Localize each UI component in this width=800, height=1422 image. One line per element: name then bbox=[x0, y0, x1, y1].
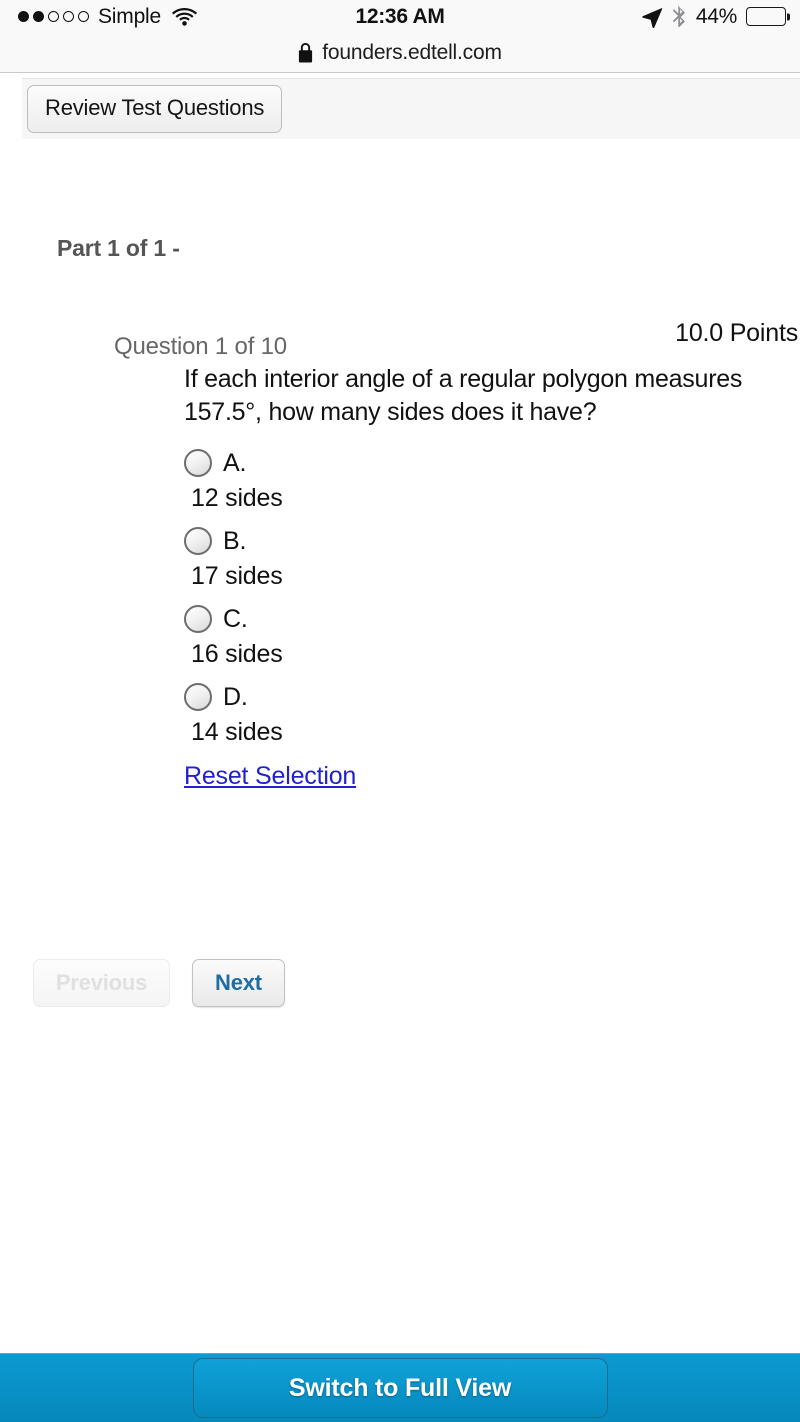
choice-b[interactable]: B. 17 sides bbox=[184, 521, 778, 597]
signal-dot-1 bbox=[18, 11, 29, 22]
page-content: Part 1 of 1 - Question 1 of 10 10.0 Poin… bbox=[0, 139, 800, 1353]
cellular-signal-dots bbox=[18, 11, 89, 22]
choice-b-text: 17 sides bbox=[191, 561, 283, 590]
next-button[interactable]: Next bbox=[192, 959, 285, 1007]
choice-d-row[interactable]: D. bbox=[184, 677, 778, 718]
url-text: founders.edtell.com bbox=[322, 40, 502, 64]
question-points: 10.0 Points bbox=[675, 319, 798, 347]
radio-button-b[interactable] bbox=[184, 527, 212, 555]
choice-a-letter: A. bbox=[223, 448, 247, 477]
location-arrow-icon bbox=[642, 7, 663, 28]
signal-dot-3 bbox=[48, 11, 59, 22]
question-text: If each interior angle of a regular poly… bbox=[184, 365, 743, 427]
question-header: Question 1 of 10 10.0 Points bbox=[0, 319, 800, 363]
carrier-name: Simple bbox=[98, 4, 161, 28]
choice-d-text: 14 sides bbox=[191, 717, 283, 746]
choice-a[interactable]: A. 12 sides bbox=[184, 443, 778, 519]
choice-c[interactable]: C. 16 sides bbox=[184, 599, 778, 675]
choice-c-text: 16 sides bbox=[191, 639, 283, 668]
radio-button-d[interactable] bbox=[184, 683, 212, 711]
choice-b-letter: B. bbox=[223, 526, 247, 555]
part-label: Part 1 of 1 - bbox=[57, 235, 180, 261]
choice-c-row[interactable]: C. bbox=[184, 599, 778, 640]
status-bar-right: 44% bbox=[445, 5, 786, 29]
signal-dot-5 bbox=[78, 11, 89, 22]
reset-selection-link[interactable]: Reset Selection bbox=[184, 762, 356, 791]
radio-button-a[interactable] bbox=[184, 449, 212, 477]
bottom-action-bar: Switch to Full View bbox=[0, 1353, 800, 1422]
battery-percentage: 44% bbox=[695, 4, 737, 28]
wifi-icon bbox=[172, 8, 197, 26]
choice-d[interactable]: D. 14 sides bbox=[184, 677, 778, 753]
choice-d-letter: D. bbox=[223, 682, 248, 711]
signal-dot-2 bbox=[33, 11, 44, 22]
choice-a-row[interactable]: A. bbox=[184, 443, 778, 484]
radio-button-c[interactable] bbox=[184, 605, 212, 633]
page-toolbar: Review Test Questions bbox=[22, 78, 800, 139]
question-block: Question 1 of 10 10.0 Points If each int… bbox=[0, 319, 800, 791]
status-bar-left: Simple bbox=[14, 5, 355, 29]
choice-c-letter: C. bbox=[223, 604, 248, 633]
choice-b-row[interactable]: B. bbox=[184, 521, 778, 562]
signal-dot-4 bbox=[63, 11, 74, 22]
previous-button[interactable]: Previous bbox=[33, 959, 170, 1007]
mobile-browser-screen: Simple 12:36 AM 44% founders.edtell.com … bbox=[0, 0, 800, 1422]
question-body: If each interior angle of a regular poly… bbox=[0, 363, 800, 791]
switch-to-full-view-button[interactable]: Switch to Full View bbox=[192, 1358, 608, 1418]
question-nav: Previous Next bbox=[33, 959, 285, 1007]
ios-status-bar: Simple 12:36 AM 44% bbox=[0, 0, 800, 33]
browser-url-bar[interactable]: founders.edtell.com bbox=[0, 33, 800, 73]
battery-icon bbox=[746, 7, 786, 26]
question-number: Question 1 of 10 bbox=[114, 333, 287, 360]
choice-a-text: 12 sides bbox=[191, 483, 283, 512]
status-bar-clock: 12:36 AM bbox=[355, 4, 445, 28]
review-test-questions-button[interactable]: Review Test Questions bbox=[27, 85, 283, 133]
bluetooth-icon bbox=[672, 5, 685, 27]
lock-icon bbox=[299, 42, 313, 62]
